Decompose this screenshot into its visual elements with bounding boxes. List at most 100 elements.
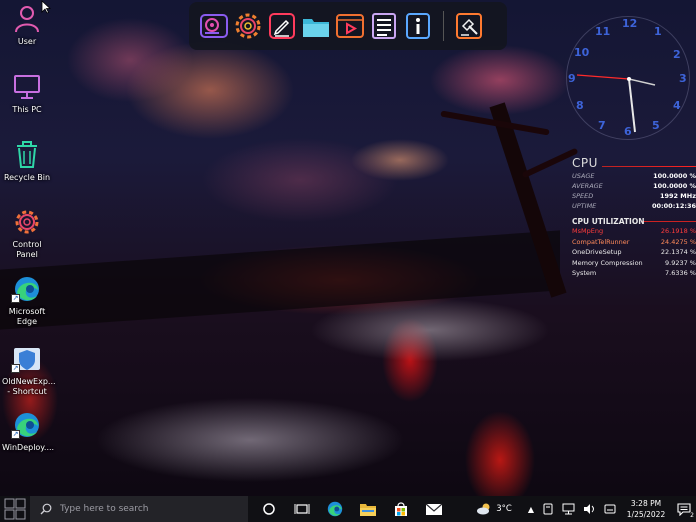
taskbar-date: 1/25/2022 — [626, 510, 666, 519]
keyboard-icon — [604, 504, 616, 514]
desktop-icon-microsoft-edge[interactable]: ↗ Microsoft Edge — [2, 274, 52, 327]
network-icon — [562, 503, 575, 515]
edge-icon — [327, 501, 342, 517]
user-icon — [15, 6, 39, 33]
process-name: CompatTelRunner — [572, 237, 630, 246]
process-name: MsMpEng — [572, 227, 604, 235]
taskbar-edge-button[interactable] — [318, 496, 351, 522]
trash-icon — [17, 141, 37, 168]
gavel-icon — [456, 13, 482, 39]
desktop-icon-label: User — [17, 37, 37, 46]
device-icon — [543, 503, 553, 515]
dock-item-folder[interactable] — [301, 11, 331, 41]
process-value: 24.4275 % — [660, 237, 696, 246]
monitor-icon — [14, 75, 40, 99]
clock-hands — [576, 74, 656, 133]
dock-item-disk[interactable] — [199, 11, 229, 41]
process-value: 26.1918 % — [660, 227, 696, 235]
info-icon — [406, 13, 430, 39]
dock-item-gavel[interactable] — [454, 11, 484, 41]
cpu-divider — [602, 166, 696, 167]
desktop-icon-oldnewexplorer[interactable]: ↗ OldNewExp... - Shortcut — [2, 344, 56, 397]
taskbar-file-explorer-button[interactable] — [351, 496, 384, 522]
notification-count: 2 — [690, 512, 694, 519]
folder-icon — [359, 504, 376, 516]
weather-widget[interactable]: 3°C — [472, 496, 516, 522]
desktop-icon-label: Control Panel — [12, 240, 42, 259]
process-value: 22.1374 % — [660, 248, 696, 256]
desktop-icon-label: Microsoft Edge — [8, 307, 46, 326]
cpu-stats: USAGE 100.0000 % AVERAGE 100.0000 % SPEE… — [572, 171, 696, 211]
dock-separator — [443, 11, 444, 41]
dock-item-notes[interactable] — [369, 11, 399, 41]
start-button[interactable] — [0, 496, 30, 522]
weather-temperature: 3°C — [496, 504, 512, 514]
process-list: MsMpEng 26.1918 % CompatTelRunner 24.427… — [572, 226, 696, 279]
task-view-button[interactable] — [285, 496, 318, 522]
search-placeholder: Type here to search — [60, 504, 149, 514]
cpu-stat-row: USAGE 100.0000 % — [572, 171, 696, 181]
taskbar-store-button[interactable] — [384, 496, 417, 522]
cpu-stat-key: UPTIME — [572, 202, 597, 210]
action-center-button[interactable]: 2 — [672, 496, 696, 522]
taskbar: Type here to search 3°C ▲ 3:28 PM 1/25/2… — [0, 496, 696, 522]
cpu-utilization-divider — [642, 221, 696, 222]
tray-volume-button[interactable] — [579, 496, 600, 522]
desktop-icon-recycle-bin[interactable]: Recycle Bin — [2, 140, 52, 183]
store-icon — [394, 502, 407, 516]
taskbar-clock[interactable]: 3:28 PM 1/25/2022 — [620, 498, 672, 520]
desktop-icon-label: OldNewExp... - Shortcut — [2, 377, 56, 396]
dock-item-settings[interactable] — [233, 11, 263, 41]
show-hidden-icons-button[interactable]: ▲ — [524, 496, 538, 522]
background-ridge — [0, 230, 560, 330]
cpu-stat-row: SPEED 1992 MHz — [572, 191, 696, 201]
dock-item-media-player[interactable] — [335, 11, 365, 41]
cpu-monitor-widget: CPU USAGE 100.0000 % AVERAGE 100.0000 % … — [572, 156, 696, 279]
analog-clock-widget: 12 1 2 3 4 5 6 7 8 9 10 11 — [566, 16, 690, 140]
cortana-button[interactable] — [252, 496, 285, 522]
windows-logo-icon — [4, 498, 26, 520]
process-row: Memory Compression 9.9237 % — [572, 258, 696, 269]
process-name: OneDriveSetup — [572, 248, 622, 256]
cpu-stat-value: 00:00:12:36 — [652, 202, 696, 210]
app-dock — [189, 2, 507, 50]
task-view-icon — [294, 504, 309, 514]
process-row: MsMpEng 26.1918 % — [572, 226, 696, 237]
desktop-icon-label: This PC — [12, 105, 42, 114]
dock-item-editor[interactable] — [267, 11, 297, 41]
media-player-icon — [336, 14, 364, 38]
cpu-stat-value: 1992 MHz — [659, 192, 696, 200]
chevron-up-icon: ▲ — [527, 504, 534, 514]
pencil-icon — [269, 13, 295, 39]
tray-network-button[interactable] — [558, 496, 579, 522]
process-row: OneDriveSetup 22.1374 % — [572, 247, 696, 258]
tray-device-button[interactable] — [538, 496, 558, 522]
gear-icon — [15, 210, 39, 234]
cpu-stat-key: SPEED — [572, 192, 594, 200]
cpu-stat-key: USAGE — [572, 172, 595, 180]
process-value: 9.9237 % — [665, 258, 696, 267]
taskbar-search-box[interactable]: Type here to search — [30, 496, 248, 522]
process-name: Memory Compression — [572, 258, 643, 267]
volume-icon — [584, 504, 594, 514]
search-icon — [40, 503, 52, 515]
desktop-icon-this-pc[interactable]: This PC — [2, 72, 52, 115]
shortcut-arrow-icon: ↗ — [11, 294, 20, 303]
notes-icon — [372, 13, 396, 39]
process-row: System 7.6336 % — [572, 268, 696, 279]
desktop-icon-windeploy[interactable]: ↗ WinDeploy.... — [2, 410, 54, 453]
notification-icon — [677, 502, 691, 516]
cpu-stat-value: 100.0000 % — [653, 172, 696, 180]
cpu-stat-value: 100.0000 % — [653, 182, 696, 190]
dock-item-info[interactable] — [403, 11, 433, 41]
cloudy-weather-icon — [477, 503, 490, 515]
tray-ime-button[interactable] — [600, 496, 620, 522]
cpu-stat-row: AVERAGE 100.0000 % — [572, 181, 696, 191]
gear-icon — [235, 13, 261, 39]
taskbar-mail-button[interactable] — [417, 496, 450, 522]
taskbar-time: 3:28 PM — [630, 499, 662, 508]
cpu-stat-row: UPTIME 00:00:12:36 — [572, 201, 696, 211]
desktop-icon-control-panel[interactable]: Control Panel — [2, 207, 52, 260]
mouse-cursor-icon — [41, 0, 51, 14]
system-tray: 3°C ▲ 3:28 PM 1/25/2022 2 — [472, 496, 696, 522]
